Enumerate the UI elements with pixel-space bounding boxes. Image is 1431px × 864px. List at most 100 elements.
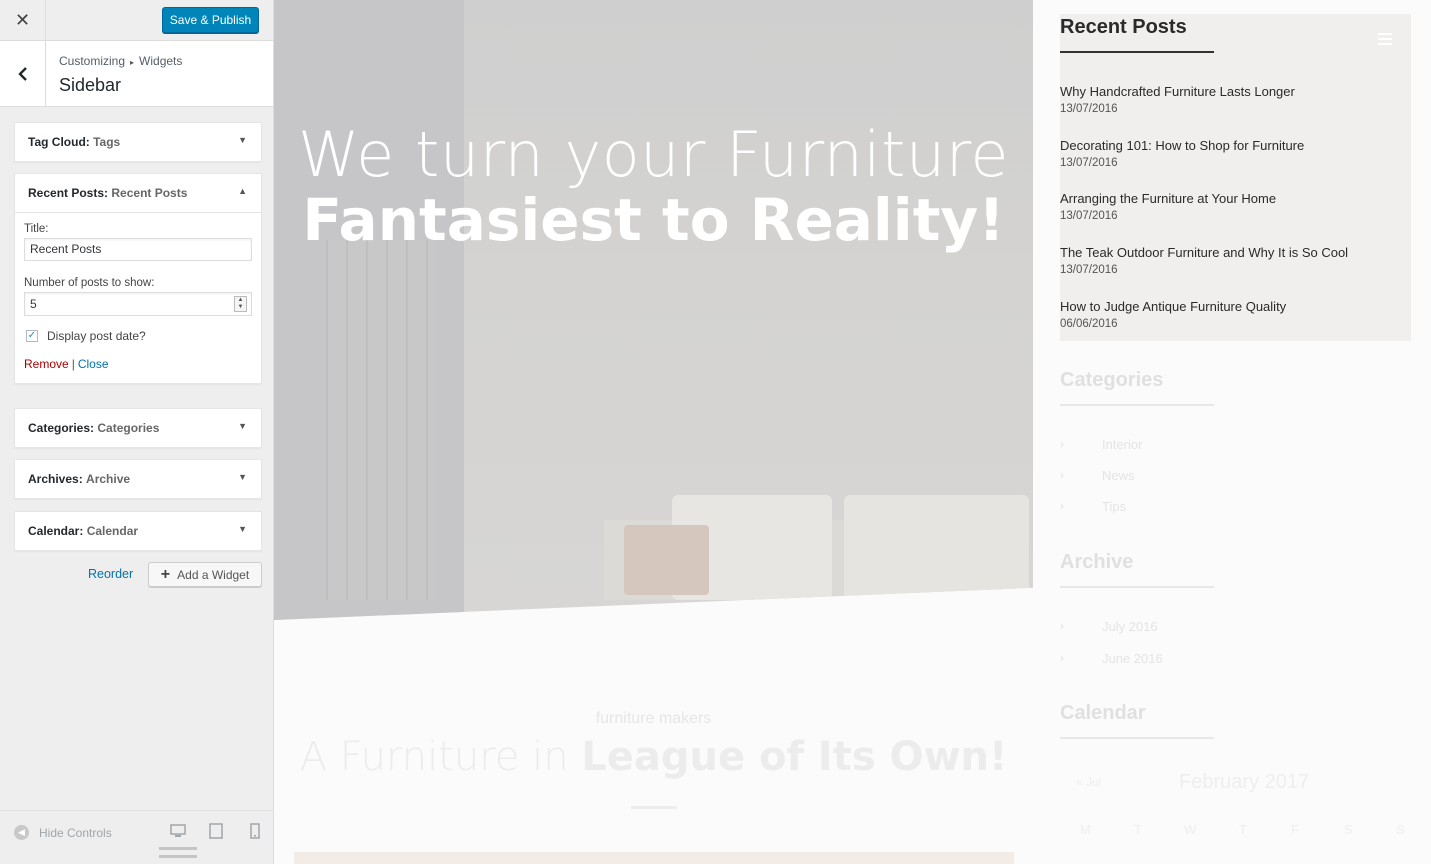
heading-underline bbox=[1060, 737, 1214, 739]
hero-window bbox=[326, 240, 436, 600]
widget-instance: Recent Posts bbox=[111, 186, 188, 200]
post-title[interactable]: The Teak Outdoor Furniture and Why It is… bbox=[1060, 245, 1348, 260]
calendar-weekday: F bbox=[1291, 822, 1299, 837]
widget-title: Recent Posts: Recent Posts bbox=[28, 186, 187, 200]
hero-banner: We turn your Furniture Fantasiest to Rea… bbox=[274, 0, 1033, 620]
category-link[interactable]: News bbox=[1102, 468, 1135, 483]
recent-posts-widget-preview bbox=[1060, 14, 1411, 341]
category-link[interactable]: Tips bbox=[1102, 499, 1126, 514]
widget-title: Archives: Archive bbox=[28, 472, 130, 486]
recent-post-item[interactable]: Why Handcrafted Furniture Lasts Longer 1… bbox=[1060, 84, 1295, 115]
calendar-heading: Calendar bbox=[1060, 702, 1146, 724]
title-input[interactable]: Recent Posts bbox=[24, 238, 252, 261]
recent-posts-heading: Recent Posts bbox=[1060, 16, 1187, 38]
chevron-right-icon: › bbox=[1060, 619, 1064, 633]
post-date: 13/07/2016 bbox=[1060, 264, 1118, 276]
chevron-right-icon: › bbox=[1060, 651, 1064, 665]
widget-header[interactable]: Tag Cloud: Tags ▼ bbox=[15, 123, 261, 161]
number-spinner[interactable]: ▲ ▼ bbox=[234, 296, 247, 312]
widget-header[interactable]: Recent Posts: Recent Posts ▲ bbox=[15, 174, 261, 212]
plus-icon: + bbox=[160, 565, 171, 583]
section-heading-bold: League of Its Own! bbox=[581, 734, 1008, 780]
expand-arrow-icon[interactable]: ▼ bbox=[238, 421, 247, 431]
widget-form: Title: Recent Posts Number of posts to s… bbox=[15, 212, 261, 383]
checkbox-label: Display post date? bbox=[47, 329, 146, 343]
archive-link[interactable]: June 2016 bbox=[1102, 651, 1163, 666]
display-date-checkbox[interactable]: ✓ bbox=[26, 330, 38, 342]
recent-post-item[interactable]: Decorating 101: How to Shop for Furnitur… bbox=[1060, 138, 1304, 169]
actions-separator: | bbox=[71, 357, 75, 371]
chevron-right-icon: › bbox=[1060, 499, 1064, 513]
add-widget-button[interactable]: + Add a Widget bbox=[148, 562, 262, 587]
widget-archives: Archives: Archive ▼ bbox=[14, 459, 262, 499]
expand-arrow-icon[interactable]: ▼ bbox=[238, 524, 247, 534]
recent-post-item[interactable]: How to Judge Antique Furniture Quality 0… bbox=[1060, 299, 1286, 330]
widget-header[interactable]: Categories: Categories ▼ bbox=[15, 409, 261, 447]
post-title[interactable]: How to Judge Antique Furniture Quality bbox=[1060, 299, 1286, 314]
post-title[interactable]: Arranging the Furniture at Your Home bbox=[1060, 191, 1276, 206]
number-label: Number of posts to show: bbox=[24, 277, 155, 289]
hamburger-icon[interactable] bbox=[1378, 33, 1392, 46]
number-value: 5 bbox=[30, 297, 37, 311]
mobile-icon[interactable] bbox=[247, 823, 263, 839]
hide-controls-button[interactable]: ◀ Hide Controls bbox=[14, 825, 112, 840]
section-title-bar: Customizing ▸ Widgets Sidebar bbox=[0, 41, 273, 107]
collapse-arrow-icon[interactable]: ▲ bbox=[238, 186, 247, 196]
reorder-link[interactable]: Reorder bbox=[88, 567, 133, 581]
heading-underline bbox=[1060, 586, 1214, 588]
hero-cushion bbox=[844, 495, 1029, 600]
calendar-weekday: T bbox=[1134, 822, 1142, 837]
drag-handle[interactable] bbox=[159, 847, 197, 861]
section-title: Sidebar bbox=[59, 75, 122, 95]
save-publish-button[interactable]: Save & Publish bbox=[162, 7, 259, 33]
customizer-panel: ✕ Save & Publish Customizing ▸ Widgets Sid… bbox=[0, 0, 274, 864]
close-icon[interactable]: ✕ bbox=[0, 0, 46, 41]
recent-post-item[interactable]: Arranging the Furniture at Your Home 13/… bbox=[1060, 191, 1276, 222]
calendar-prev-link[interactable]: « Jul bbox=[1076, 775, 1101, 789]
calendar-weekday: S bbox=[1344, 822, 1353, 837]
hero-heading-light: We turn your Furniture bbox=[297, 118, 1009, 191]
calendar-weekday: W bbox=[1184, 822, 1197, 837]
post-date: 13/07/2016 bbox=[1060, 210, 1118, 222]
chevron-right-icon: › bbox=[1060, 468, 1064, 482]
recent-post-item[interactable]: The Teak Outdoor Furniture and Why It is… bbox=[1060, 245, 1348, 276]
hero-heading-bold: Fantasiest to Reality! bbox=[302, 186, 1005, 254]
display-date-row: ✓ Display post date? bbox=[24, 329, 252, 343]
widget-type: Calendar: bbox=[28, 524, 84, 538]
widget-tag-cloud: Tag Cloud: Tags ▼ bbox=[14, 122, 262, 162]
next-section-preview bbox=[294, 852, 1014, 864]
post-date: 06/06/2016 bbox=[1060, 318, 1118, 330]
category-link[interactable]: Interior bbox=[1102, 437, 1142, 452]
calendar-weekday: S bbox=[1396, 822, 1405, 837]
widget-categories: Categories: Categories ▼ bbox=[14, 408, 262, 448]
archive-link[interactable]: July 2016 bbox=[1102, 619, 1158, 634]
section-tagline: furniture makers bbox=[595, 710, 712, 727]
widget-header[interactable]: Archives: Archive ▼ bbox=[15, 460, 261, 498]
add-widget-label: Add a Widget bbox=[177, 567, 250, 582]
widget-type: Archives: bbox=[28, 472, 83, 486]
post-title[interactable]: Why Handcrafted Furniture Lasts Longer bbox=[1060, 84, 1295, 99]
number-input[interactable]: 5 ▲ ▼ bbox=[24, 292, 252, 316]
archive-heading: Archive bbox=[1060, 551, 1134, 573]
post-date: 13/07/2016 bbox=[1060, 103, 1118, 115]
tablet-icon[interactable] bbox=[208, 823, 224, 839]
widget-actions: Remove | Close bbox=[24, 357, 252, 371]
back-button[interactable] bbox=[0, 41, 46, 106]
desktop-icon[interactable] bbox=[170, 823, 186, 839]
post-title[interactable]: Decorating 101: How to Shop for Furnitur… bbox=[1060, 138, 1304, 153]
expand-arrow-icon[interactable]: ▼ bbox=[238, 472, 247, 482]
close-link[interactable]: Close bbox=[78, 357, 109, 371]
expand-arrow-icon[interactable]: ▼ bbox=[238, 135, 247, 145]
remove-link[interactable]: Remove bbox=[24, 357, 69, 371]
widget-type: Tag Cloud: bbox=[28, 135, 90, 149]
calendar-weekday: M bbox=[1080, 822, 1091, 837]
categories-heading: Categories bbox=[1060, 369, 1164, 391]
section-heading-light: A Furniture in bbox=[299, 734, 582, 780]
widget-calendar: Calendar: Calendar ▼ bbox=[14, 511, 262, 551]
widget-header[interactable]: Calendar: Calendar ▼ bbox=[15, 512, 261, 550]
site-preview: We turn your Furniture Fantasiest to Rea… bbox=[274, 0, 1431, 864]
heading-underline bbox=[1060, 51, 1214, 53]
chevron-right-icon: › bbox=[1060, 437, 1064, 451]
section-divider bbox=[631, 806, 677, 809]
calendar-month: February 2017 bbox=[1179, 771, 1310, 793]
